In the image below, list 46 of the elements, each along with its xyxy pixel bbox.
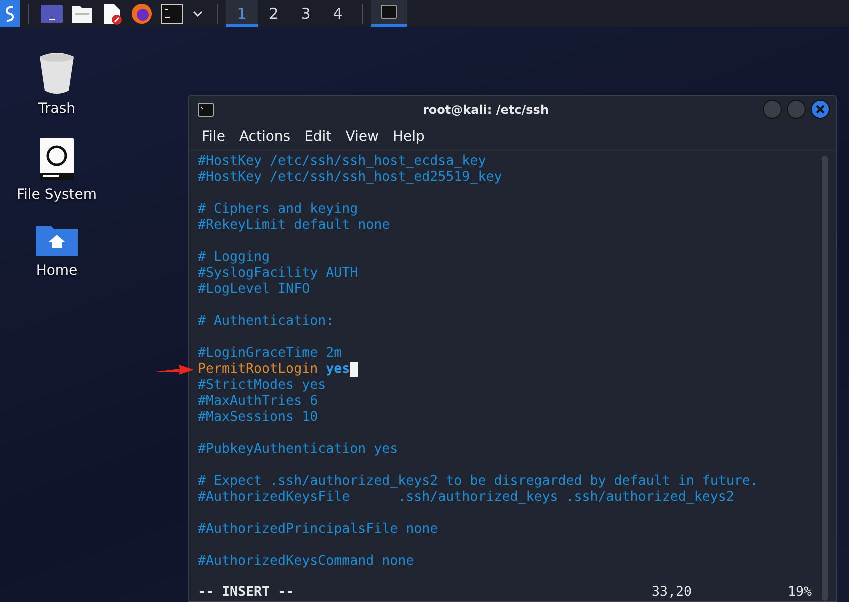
code-line: #StrictModes yes bbox=[198, 378, 326, 393]
workspace-tab[interactable]: 1 bbox=[226, 0, 258, 27]
terminal-icon bbox=[381, 5, 397, 19]
workspace-tab[interactable]: 4 bbox=[322, 0, 354, 27]
drive-icon bbox=[39, 137, 75, 181]
code-line: #AuthorizedPrincipalsFile none bbox=[198, 522, 438, 537]
desktop-icon-label: Trash bbox=[38, 101, 76, 117]
code-line: #MaxSessions 10 bbox=[198, 410, 318, 425]
code-line: #RekeyLimit default none bbox=[198, 218, 390, 233]
code-line: #HostKey /etc/ssh/ssh_host_ecdsa_key bbox=[198, 154, 486, 169]
kali-menu-button[interactable] bbox=[0, 0, 20, 27]
code-line: #HostKey /etc/ssh/ssh_host_ed25519_key bbox=[198, 170, 502, 185]
close-button[interactable] bbox=[811, 100, 830, 119]
scroll-percent: 19% bbox=[788, 585, 814, 601]
desktop-icon-label: Home bbox=[36, 263, 78, 279]
code-line: #AuthorizedKeysFile .ssh/authorized_keys .ssh/authorized_keys2 bbox=[198, 490, 734, 505]
editor-mode: -- INSERT -- bbox=[198, 585, 296, 601]
code-line: #AuthorizedKeysCommand none bbox=[198, 554, 414, 569]
code-line: # Logging bbox=[198, 250, 270, 265]
code-line: # Expect .ssh/authorized_keys2 to be disregarded by default in future. bbox=[198, 474, 758, 489]
menu-item[interactable]: Edit bbox=[298, 126, 339, 146]
menu-item[interactable]: Help bbox=[386, 126, 432, 146]
terminal-task-button[interactable] bbox=[371, 0, 407, 27]
close-icon bbox=[816, 105, 825, 114]
code-line: PermitRootLogin yes bbox=[198, 362, 350, 377]
workspace-tab[interactable]: 2 bbox=[258, 0, 290, 27]
code-line: #LogLevel INFO bbox=[198, 282, 310, 297]
home-folder-icon bbox=[35, 223, 79, 257]
terminal-icon bbox=[198, 102, 214, 116]
code-line: #PubkeyAuthentication yes bbox=[198, 442, 398, 457]
menu-item[interactable]: View bbox=[338, 126, 386, 146]
code-line: #SyslogFacility AUTH bbox=[198, 266, 358, 281]
code-line: # Authentication: bbox=[198, 314, 334, 329]
code-line: #MaxAuthTries 6 bbox=[198, 394, 318, 409]
chevron-down-icon bbox=[193, 10, 203, 16]
code-line: #LoginGraceTime 2m bbox=[198, 346, 342, 361]
menu-item[interactable]: Actions bbox=[232, 126, 298, 146]
desktop-icon-label: File System bbox=[16, 187, 98, 203]
arrow-annotation bbox=[156, 364, 194, 376]
cursor-position: 33,20 bbox=[652, 585, 694, 601]
code-line: # Ciphers and keying bbox=[198, 202, 358, 217]
scrollbar[interactable] bbox=[822, 156, 828, 601]
trash-icon bbox=[38, 51, 76, 95]
workspace-tab[interactable]: 3 bbox=[290, 0, 322, 27]
menu-item[interactable]: File bbox=[195, 126, 232, 146]
window-title: root@kali: /etc/ssh bbox=[422, 102, 550, 116]
